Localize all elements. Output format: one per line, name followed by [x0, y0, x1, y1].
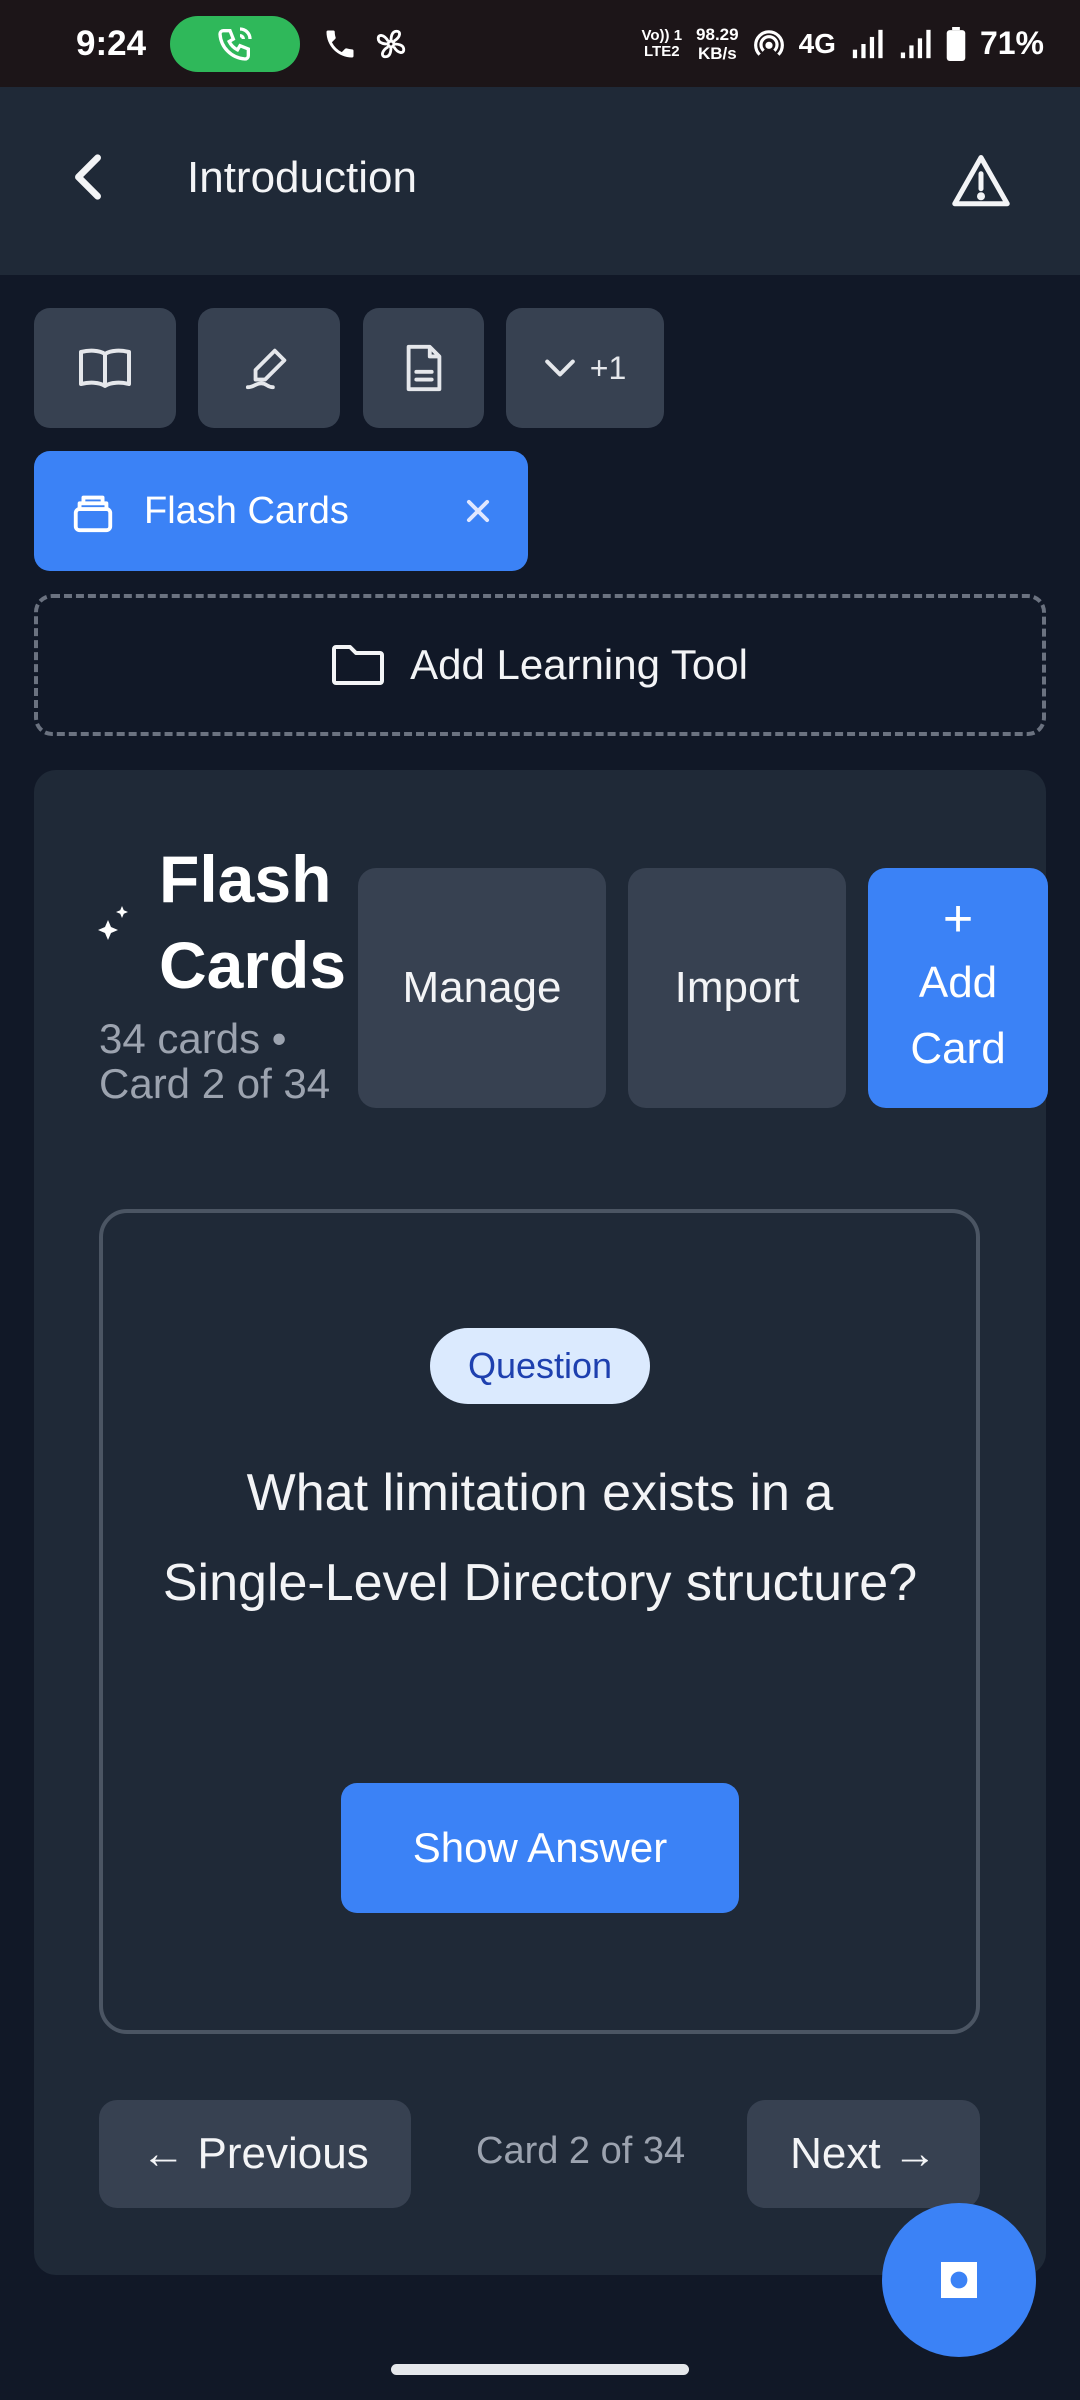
battery-icon [946, 26, 966, 61]
signal-icon-1 [852, 29, 883, 58]
document-icon [406, 344, 441, 392]
back-button[interactable] [58, 147, 118, 207]
close-icon [466, 499, 490, 523]
fan-icon [376, 29, 406, 58]
show-answer-button[interactable]: Show Answer [341, 1783, 739, 1913]
next-button[interactable]: Next → [747, 2100, 980, 2208]
phone-icon [326, 30, 354, 57]
chevron-down-icon [544, 359, 575, 377]
previous-button[interactable]: ← Previous [99, 2100, 411, 2208]
manage-button[interactable]: Manage [358, 868, 606, 1108]
floating-action-button[interactable] [882, 2203, 1036, 2357]
import-button[interactable]: Import [628, 868, 846, 1108]
card-count: 34 cards • [99, 1015, 287, 1062]
card-stack-icon [73, 495, 113, 533]
plus-icon: + [942, 890, 974, 948]
folder-icon [332, 645, 385, 685]
card-counter: Card 2 of 34 [476, 2130, 686, 2172]
warning-triangle-icon [952, 155, 1010, 207]
network-type: 4G [798, 27, 836, 59]
volte-indicator: Vo)) 1 LTE2 [641, 26, 683, 60]
pen-write-icon [245, 348, 287, 390]
add-card-button[interactable]: + Add Card [868, 868, 1048, 1108]
sparkles-icon [98, 906, 128, 940]
flash-cards-meta: 34 cards • Card 2 of 34 [99, 1016, 330, 1106]
tool-notes-button[interactable] [198, 308, 340, 428]
battery-percent: 71% [979, 25, 1044, 61]
question-badge: Question [430, 1328, 650, 1404]
data-speed: 98.29 KB/s [696, 24, 739, 63]
more-tools-count: +1 [589, 349, 627, 386]
status-bar: 9:24 Vo)) 1 LTE2 98.29 KB/s 4G 71% [0, 0, 1080, 87]
more-tools-button[interactable]: +1 [506, 308, 664, 428]
flash-cards-title: Flash Cards [159, 842, 347, 1002]
home-indicator[interactable] [391, 2364, 689, 2375]
tool-document-button[interactable] [363, 308, 484, 428]
report-button[interactable] [946, 147, 1016, 213]
flash-cards-chip[interactable]: Flash Cards [34, 451, 528, 571]
page-title: Introduction [187, 153, 417, 202]
phone-wifi-icon [218, 26, 252, 61]
chevron-left-icon [75, 154, 101, 200]
hotspot-icon [753, 29, 784, 56]
app-bar: Introduction [0, 87, 1080, 275]
add-learning-tool-button[interactable]: Add Learning Tool [34, 594, 1046, 736]
book-open-icon [79, 348, 131, 388]
signal-icon-2 [900, 29, 931, 58]
stamp-icon [941, 2262, 977, 2298]
tool-book-button[interactable] [34, 308, 176, 428]
ongoing-call-pill[interactable] [170, 15, 301, 72]
status-time: 9:24 [76, 23, 147, 63]
remove-chip-button[interactable] [456, 489, 500, 533]
chip-label: Flash Cards [144, 489, 349, 532]
card-position: Card 2 of 34 [99, 1060, 331, 1107]
add-learning-tool-label: Add Learning Tool [410, 641, 748, 688]
question-text: What limitation exists in a Single-Level… [162, 1464, 918, 1612]
